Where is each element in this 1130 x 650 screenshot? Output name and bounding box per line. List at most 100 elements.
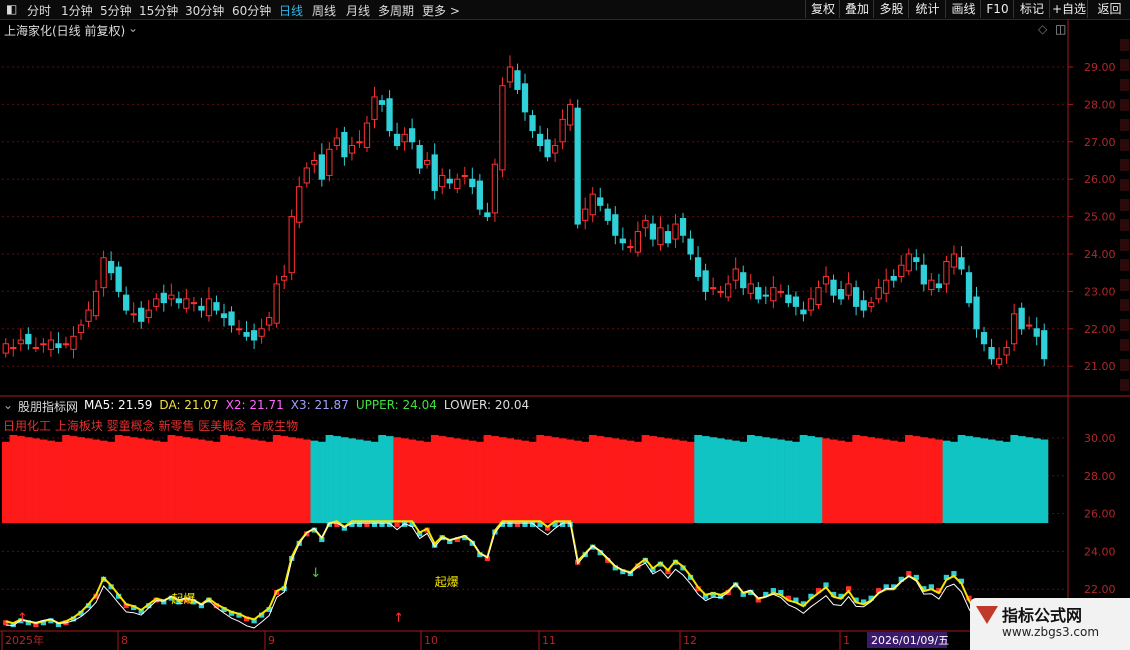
period-tab-8[interactable]: 月线 [346, 2, 370, 19]
candle-body [582, 208, 589, 221]
band-bar [694, 434, 703, 524]
candle-body [950, 253, 958, 268]
toolbar-button-5[interactable]: F10 [980, 0, 1014, 18]
candle-body [965, 272, 973, 304]
candle-body [228, 311, 235, 326]
period-tab-9[interactable]: 多周期 [378, 2, 414, 19]
band-bar [114, 434, 123, 524]
band-bar [385, 436, 394, 524]
band-bar [1002, 441, 1011, 524]
candle-body [160, 292, 167, 304]
band-bar [731, 440, 740, 524]
band-bar [107, 441, 116, 524]
candle-body [792, 296, 800, 307]
candle-body [740, 272, 747, 289]
toolbar-button-1[interactable]: 叠加 [839, 0, 874, 18]
band-bar [47, 440, 55, 524]
candle-body [597, 197, 604, 206]
candle-body [491, 163, 499, 214]
band-bar [671, 439, 680, 524]
candle-body [521, 83, 529, 113]
candle-body [220, 313, 228, 319]
toolbar-button-8[interactable]: 返回 [1087, 0, 1130, 18]
diamond-icon[interactable]: ◇ [1038, 22, 1047, 36]
period-tab-6[interactable]: 日线 [279, 2, 303, 19]
window-icon[interactable]: ◫ [1055, 22, 1066, 36]
period-tab-5[interactable]: 60分钟 [232, 2, 271, 19]
period-tab-2[interactable]: 5分钟 [100, 2, 132, 19]
period-tab-1[interactable]: 1分钟 [61, 2, 93, 19]
band-bar [250, 439, 259, 524]
indicator-name[interactable]: 股朋指标网 [18, 398, 78, 415]
band-bar [965, 436, 974, 524]
candle-body [281, 275, 288, 281]
candle-body [995, 358, 1003, 365]
candle-body [612, 214, 619, 236]
candle-body [205, 298, 213, 317]
indicator-collapse-icon[interactable]: ⌄ [3, 398, 13, 412]
band-bar [32, 438, 40, 524]
candle-body [529, 115, 536, 132]
band-bar [656, 437, 665, 524]
ma5-line [5, 522, 1045, 635]
candle-body [634, 231, 642, 253]
band-bar [558, 438, 567, 524]
candle-body [25, 333, 32, 345]
indicator-value-0: MA5: 21.59 [84, 398, 153, 412]
band-bar [641, 434, 650, 524]
candle-body [935, 283, 943, 289]
sell-arrow-icon: ↓ [310, 566, 321, 581]
candle-body [980, 332, 988, 345]
band-bar [453, 438, 462, 524]
toolbar-button-7[interactable]: +自选 [1049, 0, 1088, 18]
candle-body [551, 145, 559, 154]
band-bar [1040, 439, 1049, 524]
sidebar-toggle-icon[interactable]: ◧ [6, 2, 17, 16]
band-bar [950, 441, 958, 524]
toolbar-button-2[interactable]: 多股 [873, 0, 909, 18]
period-tab-3[interactable]: 15分钟 [139, 2, 178, 19]
period-tab-7[interactable]: 周线 [312, 2, 336, 19]
kline-chart[interactable]: 29.00 28.00 27.00 26.00 25.00 24.00 23.00 22.00… [0, 19, 1130, 650]
buy-arrow-icon: ↑ [17, 611, 28, 626]
toolbar-button-6[interactable]: 标记 [1013, 0, 1050, 18]
da-line [5, 520, 1046, 630]
band-bar [17, 436, 25, 524]
candle-body [1018, 307, 1025, 330]
candle-body [567, 103, 574, 126]
band-bar [77, 437, 86, 524]
toolbar-button-0[interactable]: 复权 [805, 0, 840, 18]
period-tab-0[interactable]: 分时 [27, 2, 51, 19]
band-bar [859, 436, 868, 524]
candle-body [536, 133, 544, 147]
candle-body [153, 298, 160, 307]
candle-body [461, 174, 468, 177]
candle-body [47, 339, 55, 350]
period-tab-10[interactable]: 更多 > [422, 2, 460, 19]
toolbar-button-3[interactable]: 统计 [908, 0, 946, 18]
band-bar [649, 436, 657, 524]
candle-body [77, 324, 85, 334]
candle-body [807, 298, 815, 311]
candle-body [363, 122, 371, 148]
signal-label: 起爆 [435, 575, 459, 589]
candle-body [1026, 324, 1033, 327]
candle-body [837, 289, 845, 300]
candle-body [544, 139, 551, 158]
candle-body [943, 260, 950, 285]
band-bar [370, 441, 379, 524]
indicator-tick-label: 30.00 [1084, 432, 1116, 445]
toolbar-button-4[interactable]: 画线 [945, 0, 981, 18]
band-bar [528, 441, 537, 524]
band-bar [257, 440, 266, 524]
price-tick-label: 23.00 [1084, 285, 1116, 298]
logo-icon [976, 606, 998, 624]
indicator-tick-label: 26.00 [1084, 508, 1116, 521]
signal-label: 起爆 [171, 592, 195, 606]
band-bar [272, 434, 281, 524]
chevron-down-icon[interactable]: ⌄ [128, 21, 138, 35]
side-column-block [1120, 59, 1129, 71]
candle-body [559, 118, 566, 143]
band-bar [957, 434, 966, 524]
period-tab-4[interactable]: 30分钟 [185, 2, 224, 19]
